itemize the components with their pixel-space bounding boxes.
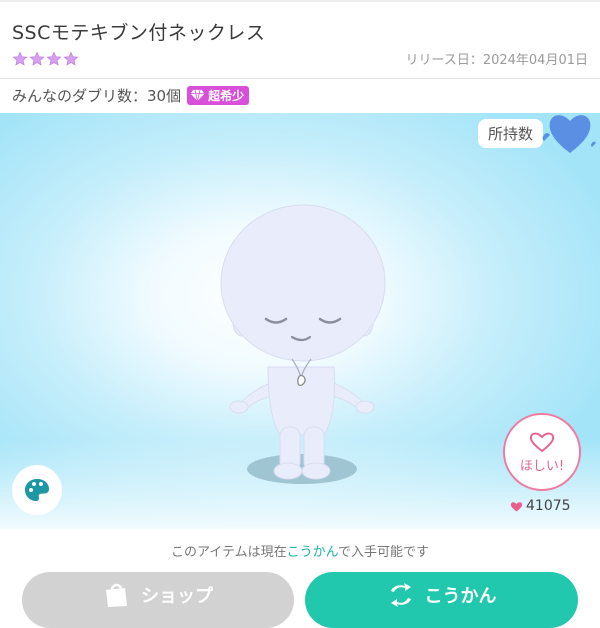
rarity-badge: 超希少	[187, 86, 250, 105]
duplicate-count-row: みんなのダブリ数：30個 超希少	[12, 85, 250, 106]
like-count: 41075	[510, 498, 571, 514]
release-date: リリース日：2024年04月01日	[405, 53, 588, 68]
trade-button[interactable]: こうかん	[305, 572, 578, 628]
availability-method: こうかん	[286, 545, 339, 560]
shopping-bag-icon	[106, 583, 127, 607]
item-title: SSCモテキブン付ネックレス	[12, 22, 266, 44]
duplicate-count: みんなのダブリ数：30個	[12, 87, 182, 105]
diamond-icon	[190, 89, 205, 102]
heart-icon	[510, 501, 523, 511]
avatar-preview: 所持数 ほしい! 41075	[0, 113, 600, 529]
star-icon	[29, 51, 45, 66]
star-icon	[63, 51, 79, 66]
want-button[interactable]: ほしい!	[503, 413, 581, 491]
trade-label: こうかん	[424, 586, 497, 607]
want-label: ほしい!	[519, 458, 565, 474]
owned-count-label: 所持数	[478, 119, 544, 148]
availability-text: このアイテムは現在こうかんで入手可能です	[170, 545, 430, 560]
palette-icon	[25, 479, 49, 501]
avatar-figure	[220, 204, 386, 484]
rarity-label: 超希少	[208, 89, 245, 103]
heart-outline-icon	[529, 432, 555, 452]
heart-icon	[542, 115, 596, 153]
shop-button[interactable]: ショップ	[22, 572, 294, 628]
exchange-icon	[390, 583, 411, 607]
divider	[0, 78, 600, 79]
shop-label: ショップ	[141, 586, 213, 607]
star-icon	[12, 51, 28, 66]
top-border	[0, 0, 600, 2]
palette-button[interactable]	[12, 465, 62, 515]
star-icon	[46, 51, 62, 66]
star-rating	[12, 51, 79, 67]
like-count-value: 41075	[526, 498, 571, 514]
